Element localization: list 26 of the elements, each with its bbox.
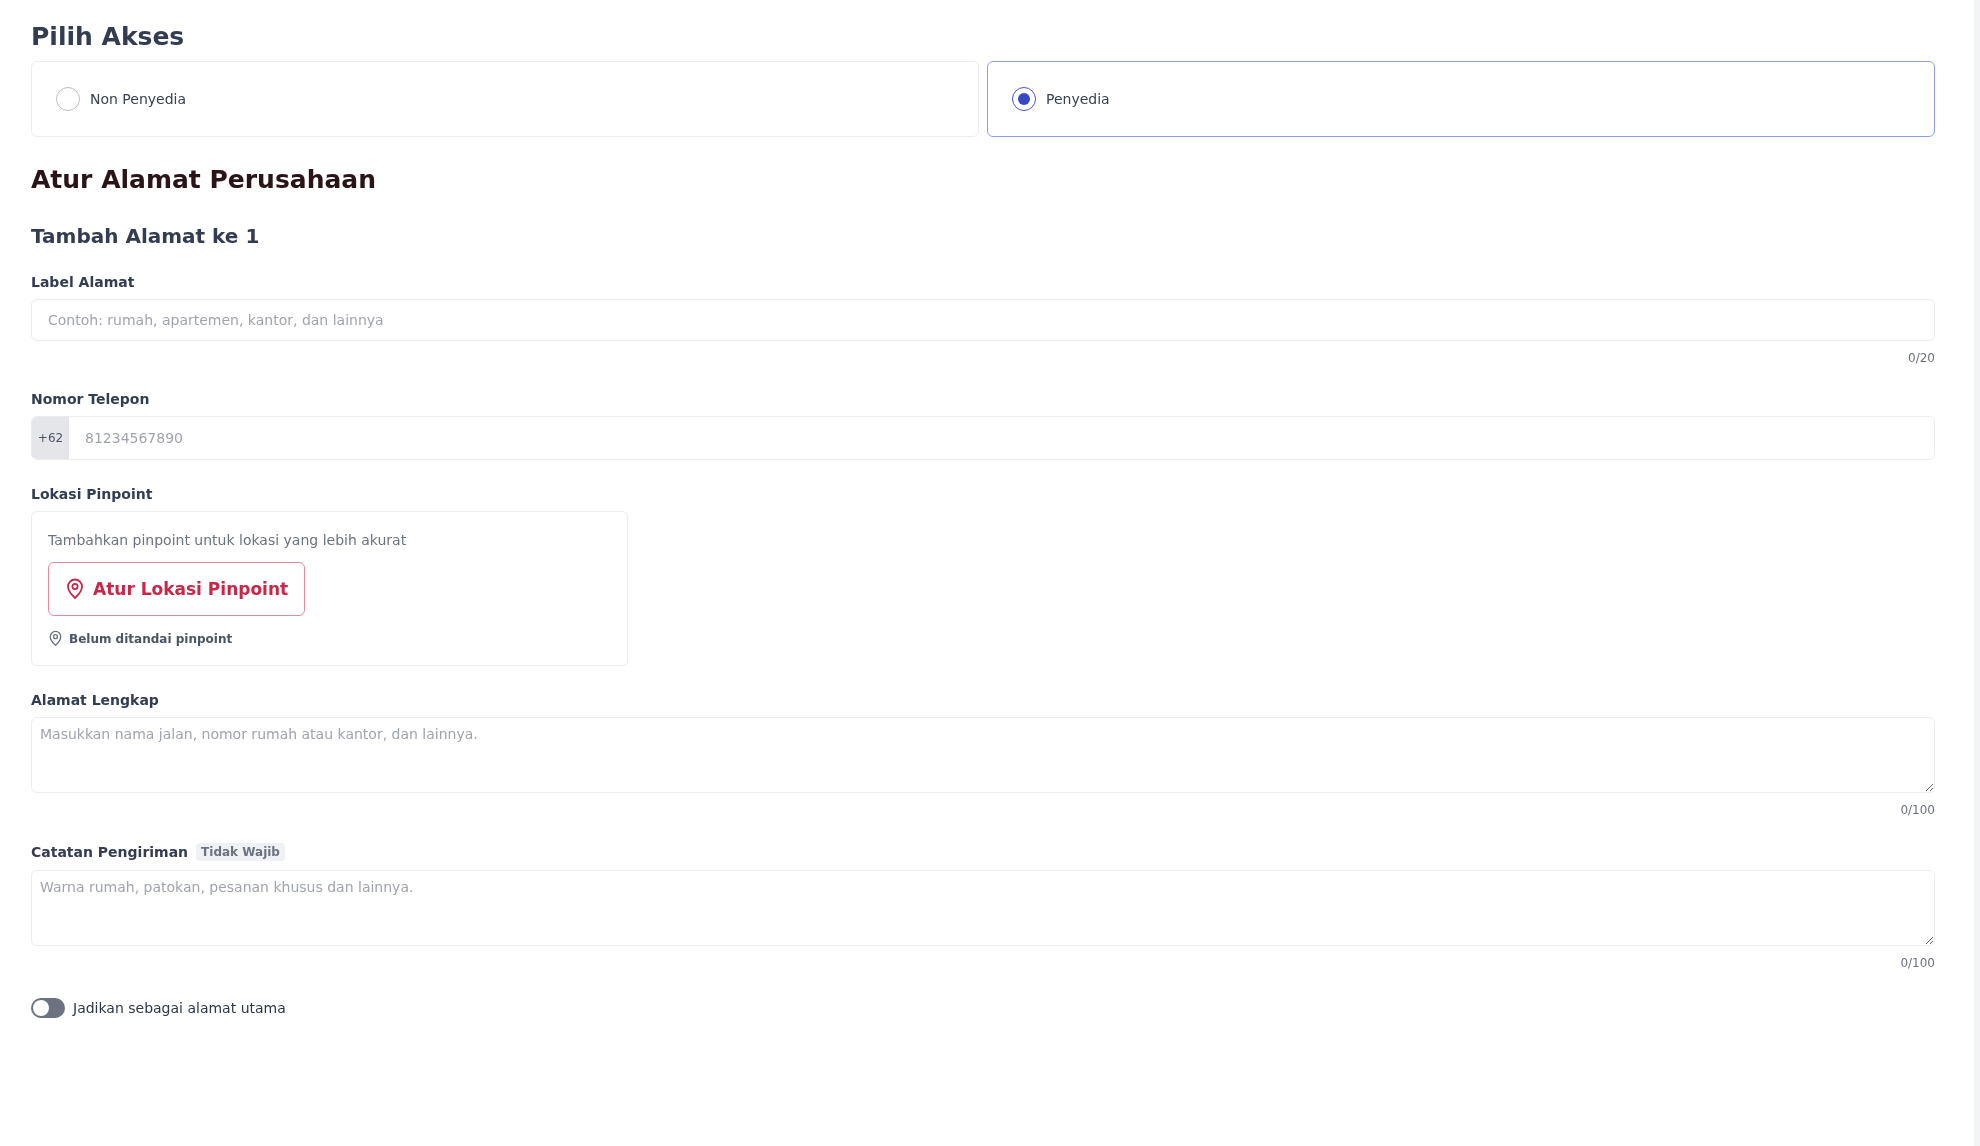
country-code: +62 [32,417,69,459]
field-label: Catatan Pengiriman [31,844,189,860]
set-pinpoint-button[interactable]: Atur Lokasi Pinpoint [48,562,306,616]
toggle-switch[interactable] [31,998,65,1018]
character-counter: 0/100 [1900,803,1935,817]
section-title: Pilih Akses [31,22,186,51]
text-area[interactable]: Warna rumah, patokan, pesanan khusus dan lainnya. [31,870,1935,946]
field-label: Lokasi Pinpoint [31,486,153,502]
optional-tag: Tidak Wajib [196,843,285,861]
toggle-label: Jadikan sebagai alamat utama [73,1000,286,1016]
character-counter: 0/20 [1908,351,1935,365]
text-area[interactable]: Masukkan nama jalan, nomor rumah atau kantor, dan lainnya. [31,717,1935,793]
field-label: Label Alamat [31,274,135,290]
map-pin-icon [48,630,63,647]
phone-field[interactable]: +62 81234567890 [31,416,1935,460]
subsection-title: Tambah Alamat ke 1 [31,224,261,248]
radio-option[interactable]: Non Penyedia [31,61,979,137]
section-title: Atur Alamat Perusahaan [31,165,377,194]
field-label: Nomor Telepon [31,391,150,407]
map-pin-icon [65,578,85,600]
input-field[interactable]: Contoh: rumah, apartemen, kantor, dan lainnya [31,299,1935,341]
pinpoint-status: Belum ditandai pinpoint [69,631,233,646]
radio-option[interactable]: Penyedia [987,61,1935,137]
pinpoint-hint: Tambahkan pinpoint untuk lokasi yang lebih akurat [48,532,407,548]
field-label: Alamat Lengkap [31,692,159,708]
character-counter: 0/100 [1900,956,1935,970]
